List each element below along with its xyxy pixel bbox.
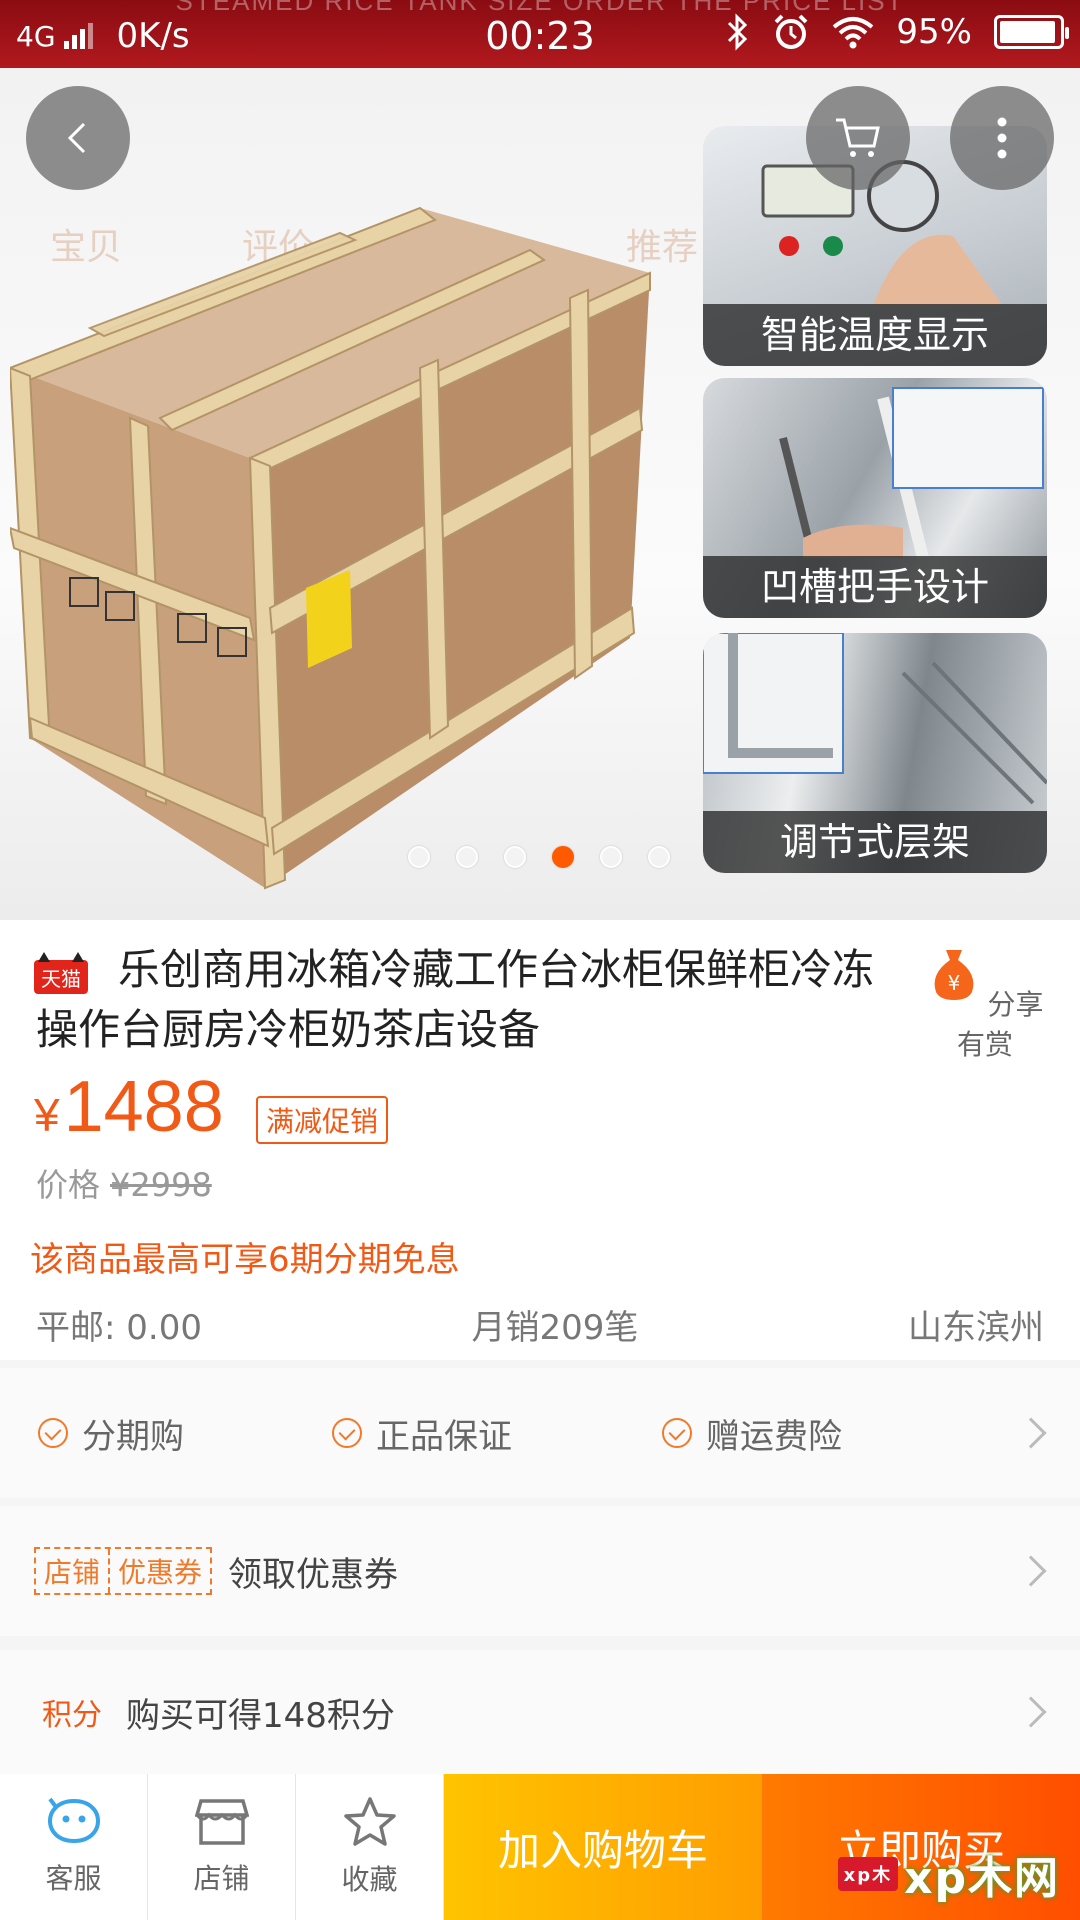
battery-fill xyxy=(1000,21,1056,43)
feature-caption: 调节式层架 xyxy=(703,811,1047,873)
wifi-icon xyxy=(833,17,874,49)
price-value: 1488 xyxy=(63,1067,224,1147)
chevron-left-icon xyxy=(67,122,86,154)
price-symbol: ¥ xyxy=(34,1089,60,1141)
carousel-dot[interactable] xyxy=(456,846,478,868)
favorite-button[interactable]: 收藏 xyxy=(296,1774,444,1920)
promo-tag: 满减促销 xyxy=(256,1096,389,1144)
chat-face-icon xyxy=(47,1797,100,1844)
back-button[interactable] xyxy=(26,86,130,190)
svg-text:¥: ¥ xyxy=(948,971,961,995)
bottom-action-bar: 客服 店铺 收藏 加入购物车 立即购买 xp木 xp木网 xyxy=(0,1774,1080,1920)
carousel-dot[interactable] xyxy=(408,846,430,868)
share-reward-button[interactable]: ¥ 分享有赏 xyxy=(920,946,1050,1063)
store-icon xyxy=(194,1799,249,1845)
product-info: 天猫 乐创商用冰箱冷藏工作台冰柜保鲜柜冷冻操作台厨房冷柜奶茶店设备 ¥ 分享有赏… xyxy=(0,920,1080,1360)
service-item: 赠运费险 xyxy=(662,1409,842,1458)
add-to-cart-button[interactable]: 加入购物车 xyxy=(444,1774,762,1920)
points-text: 购买可得148积分 xyxy=(126,1695,395,1736)
feature-panel-shelf: 调节式层架 xyxy=(703,633,1047,873)
status-bar-right: 95% xyxy=(726,12,1069,52)
installment-text: 该商品最高可享6期分期免息 xyxy=(30,1240,460,1280)
service-label: 分期购 xyxy=(82,1416,184,1457)
carousel-dot[interactable] xyxy=(552,846,574,868)
service-label: 正品保证 xyxy=(376,1416,512,1457)
watermark-logo: xp木 xp木网 xyxy=(837,1842,1060,1906)
product-meta: 平邮: 0.00 月销209笔 山东滨州 xyxy=(36,1300,1044,1349)
points-label: 积分 xyxy=(42,1698,102,1733)
service-item: 分期购 xyxy=(38,1409,184,1458)
more-vertical-icon xyxy=(997,117,1007,159)
chevron-right-icon xyxy=(1015,1696,1047,1728)
check-circle-icon xyxy=(332,1418,362,1448)
coupon-text: 领取优惠券 xyxy=(228,1554,399,1595)
ship-location: 山东滨州 xyxy=(908,1308,1044,1348)
check-circle-icon xyxy=(38,1418,68,1448)
coupon-tag-left: 店铺 xyxy=(44,1556,101,1589)
status-bar: STEAMED RICE TANK SIZE ORDER THE PRICE L… xyxy=(0,0,1080,68)
customer-service-button[interactable]: 客服 xyxy=(0,1774,148,1920)
cart-button[interactable] xyxy=(806,86,910,190)
original-price-label: 价格 xyxy=(36,1166,101,1204)
bluetooth-icon xyxy=(728,13,748,51)
battery-percent: 95% xyxy=(896,12,972,52)
customer-service-label: 客服 xyxy=(45,1862,102,1895)
points-row[interactable]: 积分 购买可得148积分 xyxy=(0,1650,1080,1774)
more-button[interactable] xyxy=(950,86,1054,190)
services-row[interactable]: 分期购 正品保证 赠运费险 xyxy=(0,1368,1080,1498)
coupon-tag-right: 优惠券 xyxy=(108,1549,210,1593)
product-image-carousel[interactable]: 宝贝 评价 详情 推荐 xyxy=(0,68,1080,920)
handle-image xyxy=(779,387,1044,558)
battery-icon xyxy=(994,15,1069,49)
carousel-indicator xyxy=(408,846,670,868)
alarm-icon xyxy=(775,14,808,49)
product-detail-page: STEAMED RICE TANK SIZE ORDER THE PRICE L… xyxy=(0,0,1080,1920)
service-label: 赠运费险 xyxy=(706,1416,842,1457)
carousel-dot[interactable] xyxy=(504,846,526,868)
wooden-crate-image xyxy=(10,206,651,890)
coupon-row[interactable]: 店铺 优惠券 领取优惠券 xyxy=(0,1506,1080,1636)
product-title: 乐创商用冰箱冷藏工作台冰柜保鲜柜冷冻操作台厨房冷柜奶茶店设备 xyxy=(36,945,875,1054)
cart-icon xyxy=(836,118,880,157)
original-price-value: ¥2998 xyxy=(110,1166,212,1204)
shop-label: 店铺 xyxy=(193,1862,250,1895)
shelf-image xyxy=(703,633,1047,805)
price: ¥1488 xyxy=(34,1066,224,1148)
chevron-right-icon xyxy=(1015,1417,1047,1449)
favorite-label: 收藏 xyxy=(341,1863,398,1896)
carousel-dot[interactable] xyxy=(600,846,622,868)
shop-coupon-tag: 店铺 优惠券 xyxy=(34,1547,213,1595)
feature-caption: 智能温度显示 xyxy=(703,304,1047,366)
carousel-dot[interactable] xyxy=(648,846,670,868)
service-item: 正品保证 xyxy=(332,1409,512,1458)
star-icon xyxy=(343,1797,396,1846)
shop-button[interactable]: 店铺 xyxy=(148,1774,296,1920)
feature-caption: 凹槽把手设计 xyxy=(703,556,1047,618)
money-bag-icon: ¥ xyxy=(935,950,974,1000)
chevron-right-icon xyxy=(1015,1555,1047,1587)
watermark-badge: xp木 xyxy=(837,1857,899,1891)
watermark-text: xp木网 xyxy=(904,1853,1060,1904)
original-price: 价格 ¥2998 xyxy=(36,1160,212,1206)
buy-now-button[interactable]: 立即购买 xp木 xp木网 xyxy=(762,1774,1080,1920)
monthly-sales: 月销209笔 xyxy=(471,1308,639,1348)
shipping-fee: 平邮: 0.00 xyxy=(36,1308,202,1348)
check-circle-icon xyxy=(662,1418,692,1448)
feature-panel-handle: 凹槽把手设计 xyxy=(703,378,1047,618)
